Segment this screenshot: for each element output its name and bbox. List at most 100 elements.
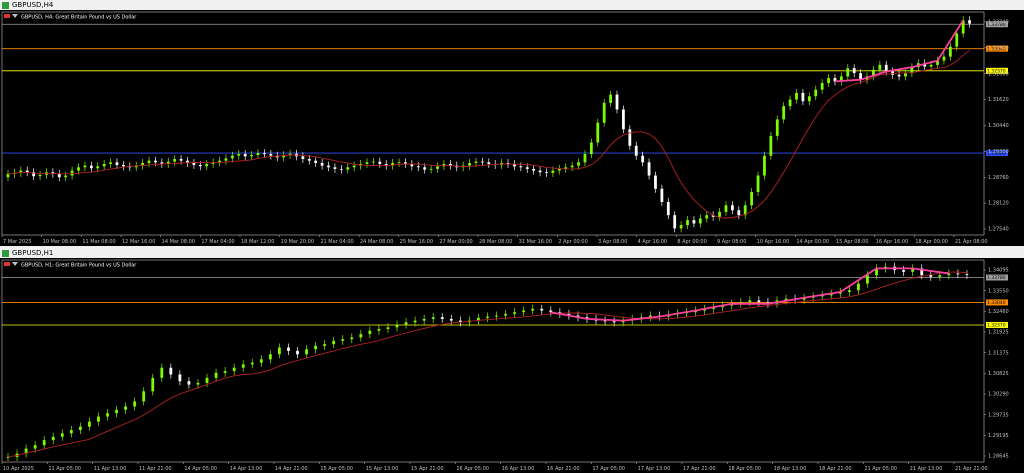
- time-tick-label: 18 Apr 21:00: [819, 466, 852, 472]
- chart-h1[interactable]: GBPUSD, H1: Great Britain Pound vs US Do…: [0, 258, 1024, 473]
- time-tick-label: 18 Apr 13:00: [774, 466, 807, 472]
- chart-background: [0, 258, 1024, 473]
- window-title-h4[interactable]: GBPUSD,H4: [0, 0, 1024, 10]
- candle-body: [57, 173, 61, 178]
- time-tick-label: 7 Mar 2025: [3, 239, 32, 245]
- candle-body: [929, 275, 933, 277]
- price-tick-label: 1.34095: [988, 268, 1009, 274]
- candle-body: [169, 367, 173, 375]
- candle-body: [151, 377, 155, 392]
- candle-body: [522, 310, 526, 313]
- candle-body: [115, 162, 119, 165]
- candle-body: [846, 68, 850, 77]
- candle-body: [897, 74, 901, 77]
- price-tick-label: 1.28645: [988, 454, 1009, 460]
- candle-body: [365, 162, 369, 164]
- candle-body: [956, 273, 960, 275]
- candle-body: [692, 220, 696, 224]
- time-tick-label: 14 Mar 08:00: [162, 239, 195, 245]
- chart-h4-canvas[interactable]: GBPUSD, H4: Great Britain Pound vs US Do…: [0, 10, 1024, 246]
- candle-body: [69, 430, 73, 434]
- candle-body: [60, 433, 64, 437]
- candle-body: [205, 163, 209, 167]
- time-tick-label: 14 Apr 21:00: [275, 466, 308, 472]
- time-tick-label: 11 Mar 08:00: [82, 239, 115, 245]
- time-tick-label: 16 Apr 21:00: [547, 466, 580, 472]
- candle-body: [955, 33, 959, 47]
- candle-body: [795, 92, 798, 100]
- candle-body: [513, 312, 517, 314]
- price-tick-label: 1.30825: [988, 371, 1009, 377]
- candle-body: [525, 167, 529, 169]
- time-tick-label: 25 Mar 16:00: [400, 239, 433, 245]
- candle-body: [557, 168, 561, 171]
- flag-icon: [4, 14, 10, 18]
- time-tick-label: 17 Apr 13:00: [638, 466, 671, 472]
- chart-h4[interactable]: GBPUSD, H4: Great Britain Pound vs US Do…: [0, 10, 1024, 246]
- candle-body: [232, 367, 236, 372]
- candle-body: [942, 56, 946, 61]
- candle-body: [852, 68, 856, 74]
- candle-body: [102, 163, 106, 167]
- candle-body: [89, 165, 93, 169]
- candle-body: [378, 161, 382, 164]
- chart-header: GBPUSD, H4: Great Britain Pound vs US Do…: [4, 14, 137, 21]
- flag-icon: [4, 262, 10, 266]
- time-tick-label: 8 Apr 00:00: [677, 239, 706, 245]
- candle-body: [173, 159, 177, 162]
- candle-body: [88, 421, 91, 427]
- candle-body: [397, 162, 401, 164]
- candle-body: [807, 96, 811, 102]
- candle-body: [487, 162, 491, 164]
- candle-body: [570, 165, 574, 168]
- candle-body: [429, 168, 433, 170]
- candle-body: [287, 347, 290, 351]
- chart-window-icon: [2, 1, 9, 9]
- time-tick-label: 28 Mar 08:00: [479, 239, 512, 245]
- candle-body: [259, 359, 263, 363]
- time-tick-label: 11 Apr 21:00: [139, 466, 172, 472]
- candle-body: [431, 317, 435, 319]
- candle-body: [634, 145, 638, 156]
- candle-body: [641, 155, 645, 163]
- candle-body: [948, 46, 952, 57]
- time-tick-label: 11 Apr 05:00: [48, 466, 81, 472]
- candle-body: [214, 372, 218, 378]
- candle-body: [333, 167, 337, 169]
- candle-body: [269, 154, 273, 156]
- time-tick-label: 15 Apr 05:00: [320, 466, 353, 472]
- chart-h1-canvas[interactable]: GBPUSD, H1: Great Britain Pound vs US Do…: [0, 258, 1024, 473]
- candle-body: [827, 78, 830, 84]
- candle-body: [847, 290, 851, 292]
- candle-body: [38, 174, 42, 177]
- candle-body: [196, 382, 200, 385]
- candle-body: [230, 155, 234, 159]
- candle-body: [386, 327, 390, 330]
- window-title-h1[interactable]: GBPUSD,H1: [0, 248, 1024, 258]
- time-tick-label: 16 Apr 13:00: [502, 466, 535, 472]
- candle-body: [647, 162, 651, 176]
- candle-body: [187, 381, 191, 385]
- candle-body: [737, 210, 741, 216]
- candle-body: [372, 161, 375, 163]
- candle-body: [395, 324, 399, 328]
- candle-body: [551, 170, 555, 173]
- candle-body: [856, 283, 860, 291]
- chart-header-text: GBPUSD, H1: Great Britain Pound vs US Do…: [21, 263, 137, 269]
- time-tick-label: 16 Apr 05:00: [456, 466, 489, 472]
- time-tick-label: 11 Apr 13:00: [94, 466, 127, 472]
- candle-body: [250, 362, 254, 365]
- time-tick-label: 15 Apr 08:00: [836, 239, 869, 245]
- candle-body: [422, 318, 426, 321]
- time-tick-label: 10 Mar 08:00: [43, 239, 76, 245]
- candle-body: [814, 89, 818, 97]
- candle-body: [589, 142, 593, 155]
- price-tick-label: 1.31620: [988, 97, 1009, 103]
- candle-body: [705, 215, 709, 219]
- candle-body: [748, 300, 752, 303]
- candle-body: [320, 162, 324, 166]
- price-tick-label: 1.31600: [988, 71, 1009, 77]
- time-tick-label: 21 Apr 13:00: [910, 466, 943, 472]
- level-tag-label: 1.33780: [987, 275, 1006, 281]
- candle-body: [305, 349, 308, 355]
